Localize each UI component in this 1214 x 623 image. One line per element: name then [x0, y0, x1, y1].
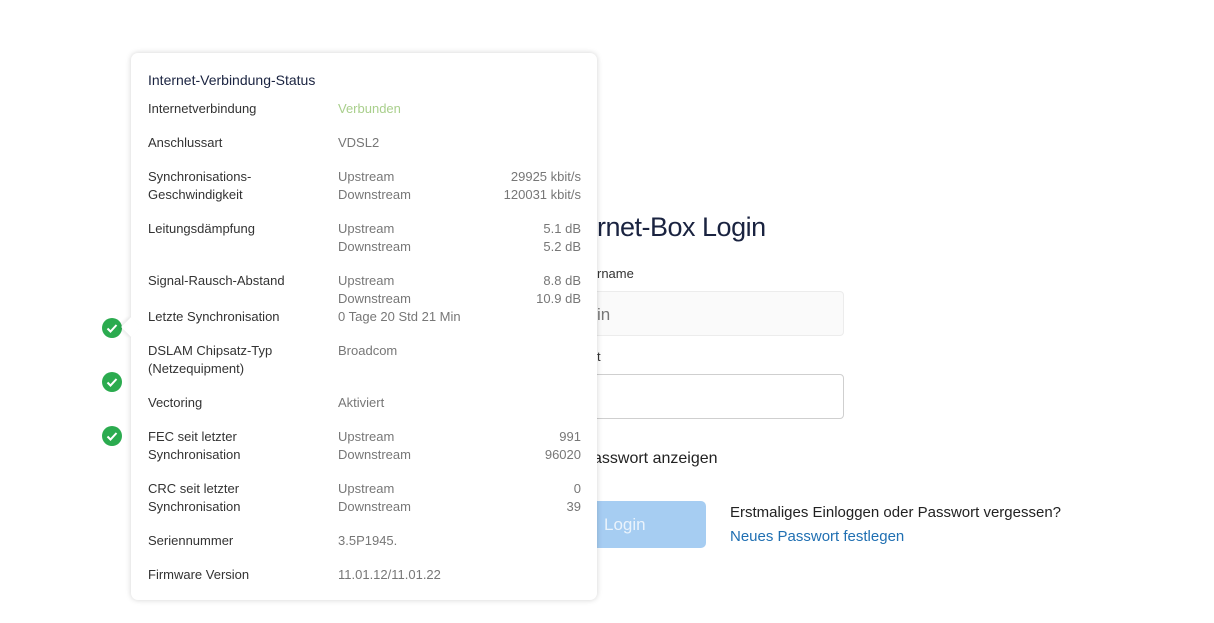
username-value: in	[597, 305, 611, 324]
status-value: 5.1 dB	[543, 221, 581, 236]
status-label: Internetverbindung	[148, 101, 257, 116]
password-label: t	[597, 349, 601, 364]
set-new-password-link[interactable]: Neues Passwort festlegen	[730, 528, 904, 545]
help-text: Erstmaliges Einloggen oder Passwort verg…	[730, 504, 1062, 521]
status-label: Synchronisations- Geschwindigkeit	[148, 169, 252, 202]
status-value-key: VDSL2	[338, 135, 380, 150]
status-value: 120031 kbit/s	[503, 187, 581, 202]
status-value-key: 11.01.12/11.01.22	[338, 567, 441, 582]
status-value: 29925 kbit/s	[510, 169, 581, 184]
status-value: 5.2 dB	[543, 239, 581, 254]
status-value-key: Downstream	[338, 187, 411, 202]
status-label: DSLAM Chipsatz-Typ (Netzequipment)	[148, 343, 273, 376]
popover-title: Internet-Verbindung-Status	[148, 72, 316, 88]
status-value: 991	[559, 429, 581, 444]
status-value-key: Upstream	[338, 429, 395, 444]
status-label: FEC seit letzter Synchronisation	[148, 429, 241, 462]
show-password-checkbox-label[interactable]: asswort anzeigen	[593, 450, 718, 468]
status-value-key: Upstream	[338, 481, 395, 496]
check-circle-icon	[102, 426, 122, 446]
status-value-key: 0 Tage 20 Std 21 Min	[338, 309, 461, 324]
status-value-key: 3.5P1945.	[338, 533, 398, 548]
status-value: 8.8 dB	[543, 273, 581, 288]
username-label: rname	[597, 266, 634, 281]
status-value-key: Upstream	[338, 221, 395, 236]
status-value-key: Broadcom	[338, 343, 398, 358]
login-title: rnet-Box Login	[597, 212, 766, 242]
status-value-key: Downstream	[338, 447, 411, 462]
connection-status-popover: Internet-Verbindung-Status Internetverbi…	[131, 53, 597, 600]
status-value-key: Downstream	[338, 499, 411, 514]
login-button[interactable]: Login	[580, 501, 706, 548]
status-value-key: Downstream	[338, 239, 411, 254]
status-value: 96020	[544, 447, 581, 462]
status-value-key: Upstream	[338, 169, 395, 184]
password-input[interactable]	[580, 374, 844, 419]
status-value: 0	[573, 481, 581, 496]
status-label: Signal-Rausch-Abstand	[148, 273, 285, 288]
status-value: 39	[566, 499, 581, 514]
status-value: 10.9 dB	[536, 291, 581, 306]
status-label: Anschlussart	[148, 135, 223, 150]
status-label: Vectoring	[148, 395, 203, 410]
status-label: Leitungsdämpfung	[148, 221, 255, 236]
status-value-key: Downstream	[338, 291, 411, 306]
status-label: CRC seit letzter Synchronisation	[148, 481, 241, 514]
status-label: Seriennummer	[148, 533, 234, 548]
status-value-key: Verbunden	[338, 101, 401, 116]
status-label: Letzte Synchronisation	[148, 309, 280, 324]
status-value-key: Aktiviert	[338, 395, 385, 410]
username-input[interactable]: in	[580, 291, 844, 336]
status-value-key: Upstream	[338, 273, 395, 288]
check-circle-icon	[102, 318, 122, 338]
check-circle-icon	[102, 372, 122, 392]
status-label: Firmware Version	[148, 567, 250, 582]
